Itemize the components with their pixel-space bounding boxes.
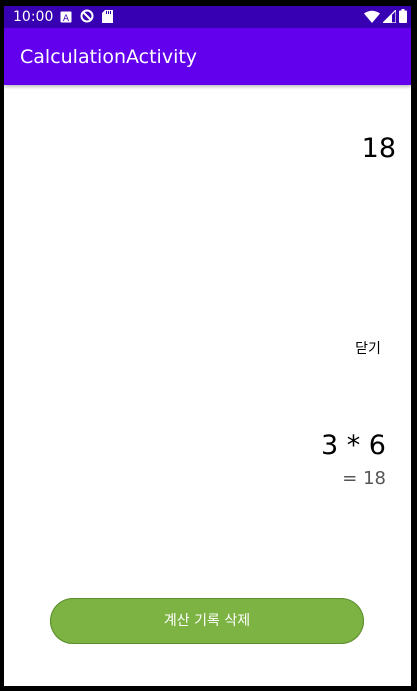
app-title: CalculationActivity xyxy=(20,46,198,68)
battery-icon xyxy=(399,8,407,27)
history-result: = 18 xyxy=(342,468,386,489)
status-system-icons xyxy=(364,8,407,27)
status-notification-icons: A xyxy=(60,8,113,27)
history-expression: 3 * 6 xyxy=(320,430,386,461)
wifi-icon xyxy=(364,8,380,27)
a-box-icon: A xyxy=(60,8,72,27)
result-display: 18 xyxy=(361,133,396,164)
signal-icon xyxy=(381,8,397,27)
status-bar: 10:00 A xyxy=(4,6,411,28)
device-screen: 10:00 A CalculationActivity 18 닫기 3 * 6 … xyxy=(4,6,411,686)
delete-history-button[interactable]: 계산 기록 삭제 xyxy=(50,598,364,644)
sd-card-icon xyxy=(102,8,113,27)
app-bar: CalculationActivity xyxy=(4,28,411,85)
no-disturb-icon xyxy=(80,8,94,27)
status-time: 10:00 xyxy=(13,9,54,25)
close-button[interactable]: 닫기 xyxy=(348,338,388,360)
svg-text:A: A xyxy=(63,14,70,23)
